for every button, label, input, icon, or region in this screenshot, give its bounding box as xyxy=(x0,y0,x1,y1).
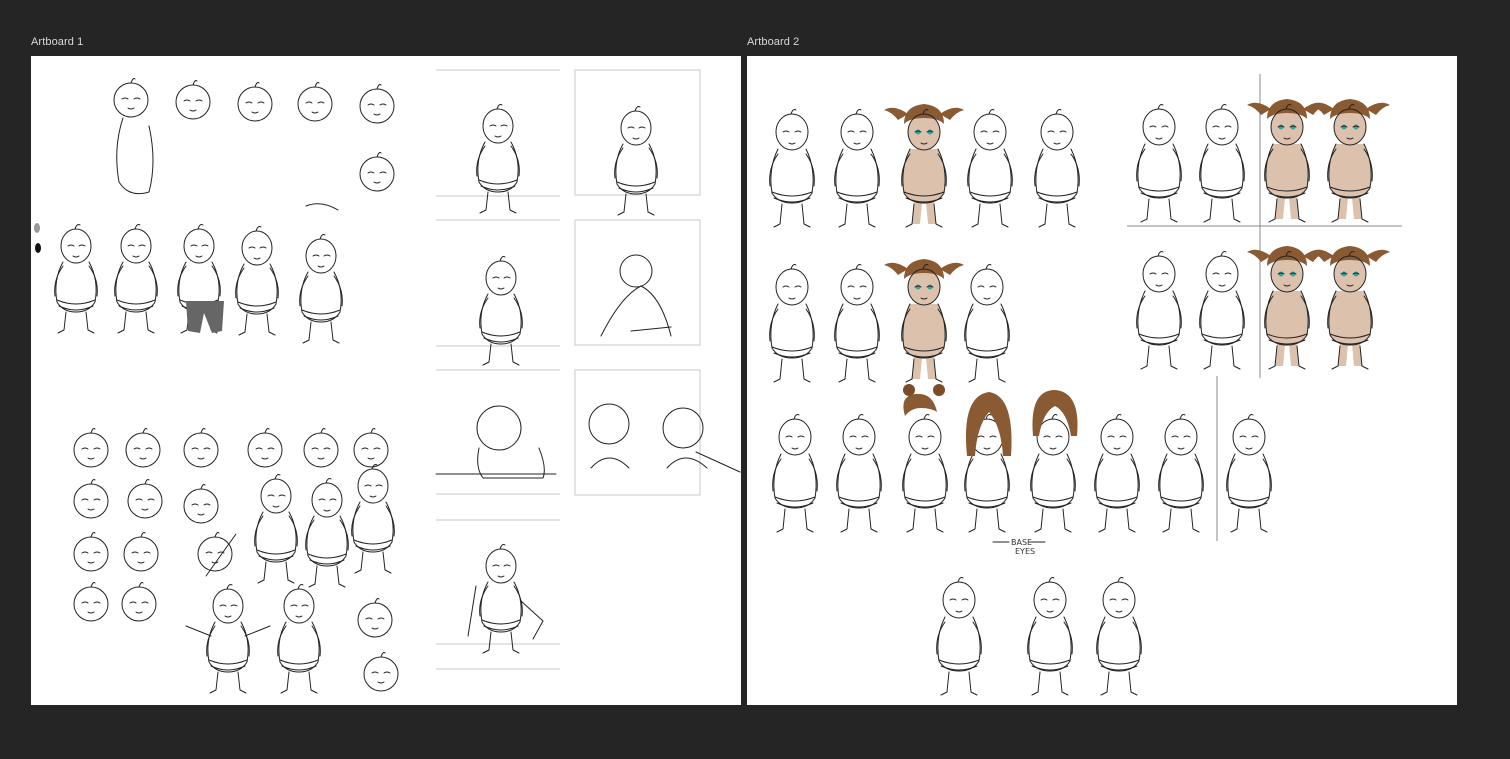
base-eyes-note-line1: BASE xyxy=(1011,538,1032,547)
artboard-2[interactable]: BASE EYES xyxy=(747,56,1457,705)
base-eyes-note-line2: EYES xyxy=(1015,547,1035,556)
design-canvas[interactable]: Artboard 1 Artboard 2 BASE EYES xyxy=(0,0,1510,759)
artboard-1[interactable] xyxy=(31,56,741,705)
artboard-1-sketches xyxy=(34,69,741,694)
artboard-2-label[interactable]: Artboard 2 xyxy=(747,36,799,48)
artboard-2-sketches: BASE EYES xyxy=(769,74,1402,696)
artboard-1-label[interactable]: Artboard 1 xyxy=(31,36,83,48)
